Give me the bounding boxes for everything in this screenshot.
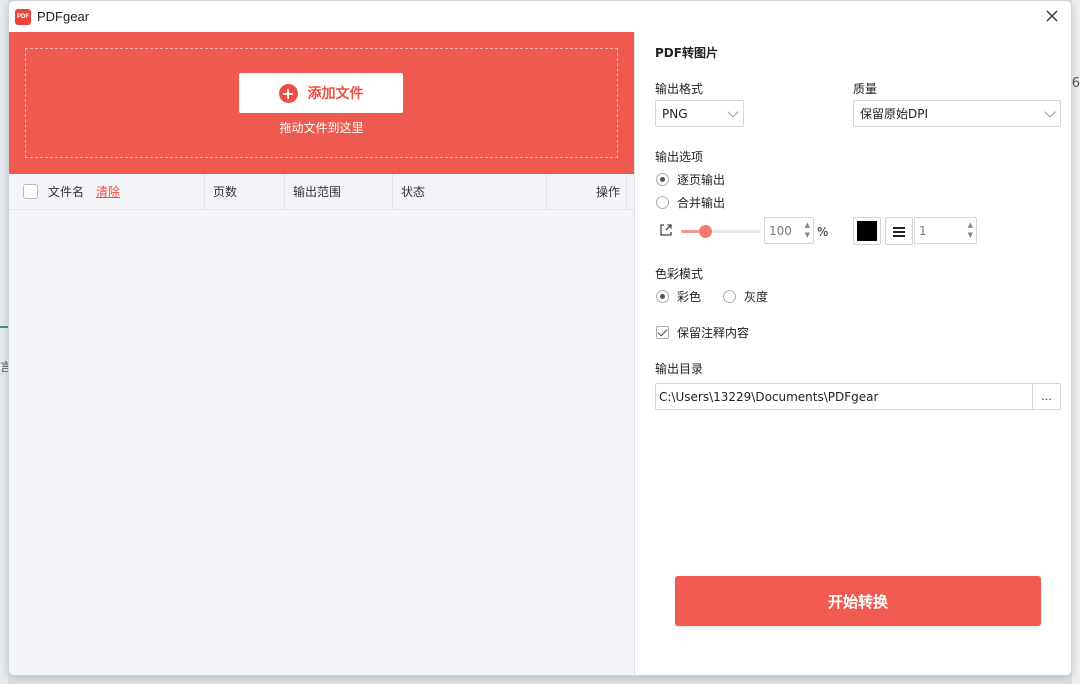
settings-pane: PDF转图片 输出格式 PNG 质量 保留原始DPI 输出选项 逐页输出 合并输… xyxy=(635,32,1071,675)
output-dir-label: 输出目录 xyxy=(655,362,704,376)
pdfgear-window: PDF PDFgear + 添加文件 拖动文件到这里 文件名 清除 页数 输出范… xyxy=(8,0,1072,676)
stepper-arrows-icon[interactable]: ▲ ▼ xyxy=(805,220,810,240)
drop-zone[interactable]: + 添加文件 拖动文件到这里 xyxy=(9,32,634,174)
panel-title: PDF转图片 xyxy=(655,46,718,60)
radio-color[interactable] xyxy=(656,290,669,303)
color-mode-color-label: 彩色 xyxy=(677,290,702,304)
color-mode-gray-label: 灰度 xyxy=(744,290,769,304)
drag-hint: 拖动文件到这里 xyxy=(279,121,364,135)
background-app-text-right: 6 xyxy=(1071,76,1080,91)
color-mode-label: 色彩模式 xyxy=(655,267,704,281)
radio-gray[interactable] xyxy=(723,290,736,303)
start-convert-button[interactable]: 开始转换 xyxy=(675,576,1041,626)
plus-icon: + xyxy=(278,83,298,103)
background-app-left xyxy=(0,0,8,684)
scale-input[interactable]: 100 ▲ ▼ xyxy=(764,217,814,244)
title-bar: PDF PDFgear xyxy=(9,1,1071,32)
output-dir-input[interactable]: C:\Users\13229\Documents\PDFgear ... xyxy=(655,383,1061,410)
column-action: 操作 xyxy=(547,173,627,210)
color-mode-gray[interactable]: 灰度 xyxy=(723,288,768,305)
file-table-header: 文件名 清除 页数 输出范围 状态 操作 xyxy=(9,173,634,210)
quality-select[interactable]: 保留原始DPI xyxy=(853,100,1061,127)
background-app-accent xyxy=(0,326,8,328)
radio-per-page[interactable] xyxy=(656,173,669,186)
line-width-icon-bottom xyxy=(893,235,905,237)
resize-icon xyxy=(660,224,672,236)
scale-slider-thumb[interactable] xyxy=(699,225,712,238)
option-per-page[interactable]: 逐页输出 xyxy=(656,171,725,188)
chevron-down-icon xyxy=(727,106,739,118)
keep-annotations-checkbox[interactable] xyxy=(656,326,669,339)
clear-link[interactable]: 清除 xyxy=(96,183,120,200)
background-app-right xyxy=(1072,0,1080,684)
output-format-select[interactable]: PNG xyxy=(655,100,744,127)
close-icon xyxy=(1046,10,1058,22)
border-width-input[interactable]: 1 ▲ ▼ xyxy=(914,217,977,244)
scale-unit: % xyxy=(817,225,829,239)
scale-slider[interactable] xyxy=(681,225,761,238)
radio-merge[interactable] xyxy=(656,196,669,209)
close-button[interactable] xyxy=(1039,5,1065,27)
line-width-icon-mid xyxy=(893,231,905,233)
select-all-checkbox[interactable] xyxy=(23,184,38,199)
quality-value: 保留原始DPI xyxy=(860,107,929,121)
column-file-name-label: 文件名 xyxy=(48,185,85,199)
column-file-name: 文件名 清除 xyxy=(9,173,205,210)
scale-value: 100 xyxy=(769,223,792,238)
add-file-button[interactable]: + 添加文件 xyxy=(239,73,403,113)
keep-annotations[interactable]: 保留注释内容 xyxy=(656,324,749,341)
border-width-value: 1 xyxy=(919,223,927,238)
column-status: 状态 xyxy=(393,173,547,210)
browse-button[interactable]: ... xyxy=(1032,384,1060,409)
quality-label: 质量 xyxy=(853,82,878,96)
output-format-value: PNG xyxy=(662,106,688,121)
border-color-picker[interactable] xyxy=(853,217,881,245)
color-mode-color[interactable]: 彩色 xyxy=(656,288,701,305)
option-merge[interactable]: 合并输出 xyxy=(656,194,725,211)
column-pages: 页数 xyxy=(205,173,285,210)
line-width-button[interactable] xyxy=(885,217,913,245)
column-output-range: 输出范围 xyxy=(285,173,393,210)
pdfgear-logo-icon: PDF xyxy=(15,8,31,25)
line-width-icon xyxy=(893,227,905,229)
keep-annotations-label: 保留注释内容 xyxy=(677,326,750,340)
window-title: PDFgear xyxy=(37,9,90,24)
chevron-down-icon xyxy=(1044,106,1056,118)
file-list-pane: + 添加文件 拖动文件到这里 文件名 清除 页数 输出范围 状态 操作 xyxy=(9,32,635,675)
option-merge-label: 合并输出 xyxy=(677,196,726,210)
output-dir-value: C:\Users\13229\Documents\PDFgear xyxy=(659,389,879,404)
add-file-label: 添加文件 xyxy=(307,86,364,102)
option-per-page-label: 逐页输出 xyxy=(677,173,726,187)
output-format-label: 输出格式 xyxy=(655,82,704,96)
output-options-label: 输出选项 xyxy=(655,150,704,164)
stepper-arrows-icon[interactable]: ▲ ▼ xyxy=(968,220,973,240)
border-color-swatch xyxy=(857,221,877,241)
